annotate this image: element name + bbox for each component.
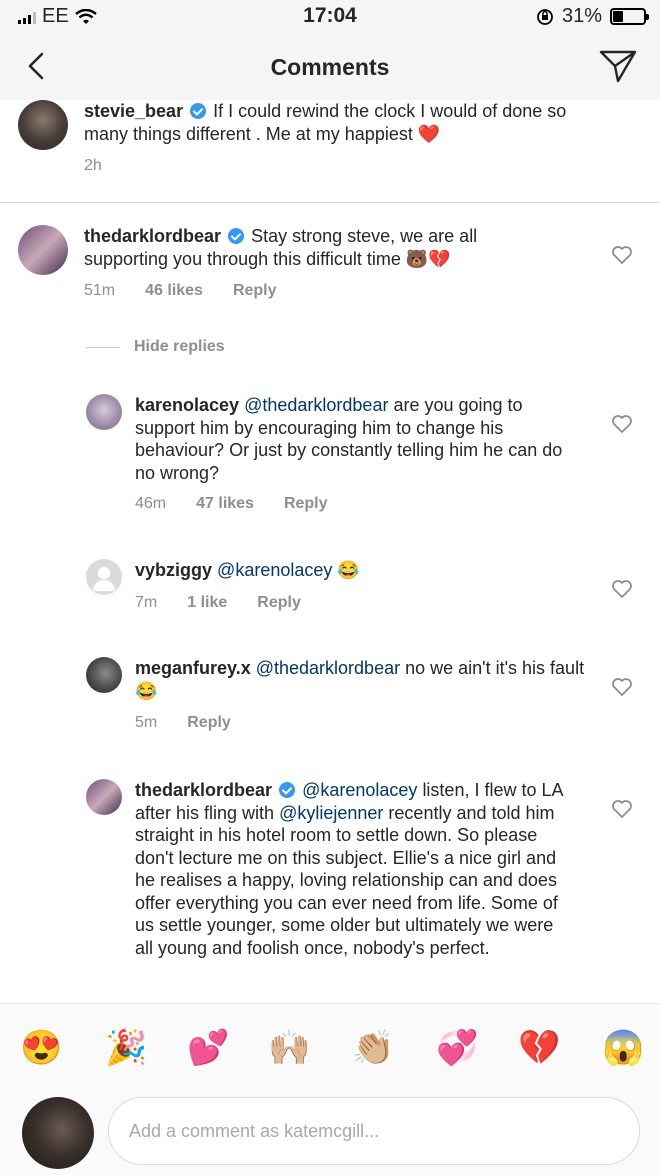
avatar[interactable] xyxy=(86,394,122,430)
reply-time: 46m xyxy=(135,495,167,512)
like-heart-icon[interactable] xyxy=(611,677,633,697)
emoji-clapping-hands[interactable]: 👏🏼 xyxy=(352,1028,394,1068)
quick-emoji-bar: 😍 🎉 💕 🙌🏼 👏🏼 💞 💔 😱 xyxy=(0,1003,660,1092)
battery-icon xyxy=(610,8,649,25)
post-caption: stevie_bear If I could rewind the clock … xyxy=(0,100,660,202)
reply-time: 7m xyxy=(135,594,158,611)
caption-text: stevie_bear If I could rewind the clock … xyxy=(84,100,604,145)
divider xyxy=(86,346,120,348)
nav-bar: Comments xyxy=(0,34,660,100)
comment-username[interactable]: thedarklordbear xyxy=(84,226,221,246)
emoji-raised-hands[interactable]: 🙌🏼 xyxy=(268,1028,310,1068)
emoji-heart-eyes[interactable]: 😍 xyxy=(20,1028,62,1068)
hide-replies-label: Hide replies xyxy=(134,338,225,355)
likes-count[interactable]: 46 likes xyxy=(145,282,203,300)
reply-meta: 5m Reply xyxy=(135,714,231,732)
caption-meta: 2h xyxy=(84,157,102,175)
mention-link[interactable]: @thedarklordbear xyxy=(244,395,388,415)
orientation-lock-icon xyxy=(537,8,553,25)
verified-badge-icon xyxy=(228,228,245,244)
reply-username[interactable]: thedarklordbear xyxy=(135,780,272,800)
verified-badge-icon xyxy=(279,782,296,798)
like-heart-icon[interactable] xyxy=(611,414,633,434)
reply-meta: 46m 47 likes Reply xyxy=(135,495,328,513)
emoji-broken-heart[interactable]: 💔 xyxy=(518,1028,560,1068)
direct-send-icon[interactable] xyxy=(598,48,638,84)
reply-button[interactable]: Reply xyxy=(187,714,231,732)
divider xyxy=(0,202,660,203)
verified-badge-icon xyxy=(190,103,207,119)
emoji-party-popper[interactable]: 🎉 xyxy=(105,1028,147,1068)
hide-replies-toggle[interactable]: Hide replies xyxy=(86,338,225,356)
reply-text: vybziggy @karenolacey 😂 xyxy=(135,559,585,582)
caption-time: 2h xyxy=(84,157,102,174)
reply-text: karenolacey @thedarklordbear are you goi… xyxy=(135,394,585,484)
like-heart-icon[interactable] xyxy=(611,245,633,265)
reply-body-b: recently and told him straight in his ho… xyxy=(135,802,558,958)
mention-link[interactable]: @thedarklordbear xyxy=(256,658,400,678)
reply-time: 5m xyxy=(135,714,158,731)
comment-text: thedarklordbear Stay strong steve, we ar… xyxy=(84,225,534,270)
comment-input[interactable] xyxy=(108,1097,640,1165)
avatar[interactable] xyxy=(18,225,68,275)
reply-button[interactable]: Reply xyxy=(257,594,301,612)
like-heart-icon[interactable] xyxy=(611,579,633,599)
caption-username[interactable]: stevie_bear xyxy=(84,101,183,121)
status-bar: EE 17:04 31% xyxy=(0,0,660,34)
mention-link[interactable]: @karenolacey xyxy=(217,560,332,580)
comment-composer xyxy=(0,1091,660,1175)
likes-count[interactable]: 1 like xyxy=(187,594,227,612)
reply-username[interactable]: meganfurey.x xyxy=(135,658,251,678)
avatar[interactable] xyxy=(86,657,122,693)
page-title: Comments xyxy=(270,54,390,80)
reply-text: thedarklordbear @karenolacey listen, I f… xyxy=(135,779,575,959)
reply-username[interactable]: vybziggy xyxy=(135,560,212,580)
emoji-screaming-face[interactable]: 😱 xyxy=(602,1028,644,1068)
mention-link[interactable]: @kyliejenner xyxy=(279,803,383,823)
like-heart-icon[interactable] xyxy=(611,799,633,819)
battery-percent: 31% xyxy=(561,5,602,27)
avatar[interactable] xyxy=(18,100,68,150)
mention-link[interactable]: @karenolacey xyxy=(302,780,417,800)
default-avatar-icon xyxy=(93,567,115,591)
reply-body: 😂 xyxy=(337,560,360,580)
reply-username[interactable]: karenolacey xyxy=(135,395,239,415)
reply-button[interactable]: Reply xyxy=(284,495,328,513)
battery-group: 31% xyxy=(536,5,649,28)
avatar[interactable] xyxy=(86,559,122,595)
reply-text: meganfurey.x @thedarklordbear no we ain'… xyxy=(135,657,585,702)
avatar xyxy=(22,1097,94,1169)
avatar[interactable] xyxy=(86,779,122,815)
reply-meta: 7m 1 like Reply xyxy=(135,594,301,612)
emoji-two-hearts[interactable]: 💕 xyxy=(187,1028,229,1068)
emoji-revolving-hearts[interactable]: 💞 xyxy=(436,1028,478,1068)
comment-time: 51m xyxy=(84,282,116,299)
likes-count[interactable]: 47 likes xyxy=(196,495,254,513)
comment-meta: 51m 46 likes Reply xyxy=(84,282,277,300)
reply-button[interactable]: Reply xyxy=(233,282,277,300)
